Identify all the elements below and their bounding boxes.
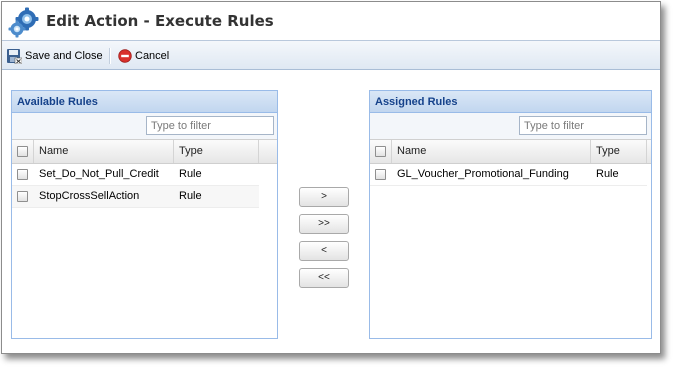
cancel-label: Cancel — [135, 50, 170, 62]
row-checkbox[interactable] — [375, 169, 386, 180]
row-checkbox[interactable] — [17, 169, 28, 180]
rule-name: StopCrossSellAction — [39, 190, 140, 202]
gears-icon — [8, 7, 39, 38]
assigned-column-name[interactable]: Name — [392, 140, 591, 163]
assigned-rules-panel: Assigned Rules Name Type GL_Voucher_Prom… — [369, 90, 652, 339]
save-and-close-button[interactable]: Save and Close — [6, 47, 103, 65]
table-row[interactable]: GL_Voucher_Promotional_Funding Rule — [370, 164, 647, 186]
assigned-select-all-checkbox[interactable] — [375, 146, 386, 157]
available-filter-input[interactable] — [146, 116, 274, 135]
available-rules-panel: Available Rules Name Type Set_Do_Not_Pul… — [11, 90, 278, 339]
available-rows: Set_Do_Not_Pull_Credit Rule StopCrossSel… — [12, 164, 277, 208]
assigned-column-type[interactable]: Type — [591, 140, 647, 163]
rule-name: Set_Do_Not_Pull_Credit — [39, 168, 159, 180]
available-column-name[interactable]: Name — [34, 140, 174, 163]
rule-type: Rule — [596, 168, 619, 180]
table-row[interactable]: StopCrossSellAction Rule — [12, 186, 259, 208]
available-select-all-cell — [12, 140, 34, 163]
add-all-button[interactable]: >> — [299, 214, 349, 234]
dialog-window: Edit Action - Execute Rules Save and Clo… — [1, 1, 661, 354]
remove-all-button[interactable]: << — [299, 268, 349, 288]
dialog-content: Available Rules Name Type Set_Do_Not_Pul… — [2, 70, 660, 353]
rule-name: GL_Voucher_Promotional_Funding — [397, 168, 569, 180]
available-select-all-checkbox[interactable] — [17, 146, 28, 157]
assigned-rules-title: Assigned Rules — [370, 91, 651, 113]
toolbar-separator — [109, 48, 111, 64]
available-grid-header: Name Type — [12, 140, 277, 164]
dialog-title: Edit Action - Execute Rules — [46, 12, 274, 30]
assigned-rows: GL_Voucher_Promotional_Funding Rule — [370, 164, 651, 186]
available-column-type[interactable]: Type — [174, 140, 259, 163]
assigned-select-all-cell — [370, 140, 392, 163]
cancel-button[interactable]: Cancel — [118, 47, 169, 65]
save-disk-icon — [7, 49, 22, 64]
assigned-filter-bar — [370, 113, 651, 140]
available-filter-bar — [12, 113, 277, 140]
remove-selected-button[interactable]: < — [299, 241, 349, 261]
rule-type: Rule — [179, 168, 202, 180]
cancel-circle-icon — [118, 49, 132, 63]
add-selected-button[interactable]: > — [299, 187, 349, 207]
assigned-grid-header: Name Type — [370, 140, 651, 164]
row-checkbox[interactable] — [17, 191, 28, 202]
table-row[interactable]: Set_Do_Not_Pull_Credit Rule — [12, 164, 259, 186]
assigned-filter-input[interactable] — [519, 116, 647, 135]
save-and-close-label: Save and Close — [25, 50, 103, 62]
title-bar: Edit Action - Execute Rules — [2, 2, 660, 40]
rule-type: Rule — [179, 190, 202, 202]
toolbar: Save and Close Cancel — [2, 40, 660, 70]
available-rules-title: Available Rules — [12, 91, 277, 113]
